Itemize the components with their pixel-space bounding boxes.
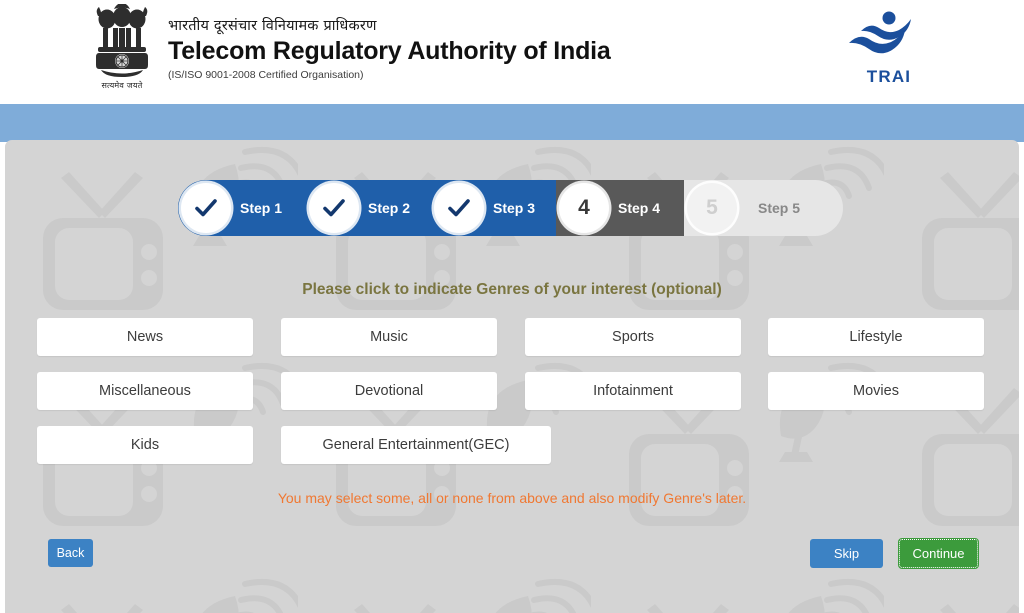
stepper-step-4[interactable]: 4 Step 4 [556,180,684,236]
step-4-marker: 4 [559,183,609,233]
genre-button-kids[interactable]: Kids [37,426,253,464]
genre-button-sports[interactable]: Sports [525,318,741,356]
stepper-step-1-label: Step 1 [240,200,283,216]
stepper-step-1[interactable]: Step 1 [178,180,306,236]
genre-row-1: News Music Sports Lifestyle [37,318,987,372]
ashoka-lion-capital-emblem: सत्यमेव जयते [88,4,156,98]
stepper-step-3[interactable]: Step 3 [431,180,556,236]
instruction-primary: Please click to indicate Genres of your … [302,281,647,298]
title-certification: (IS/ISO 9001-2008 Certified Organisation… [168,69,364,82]
stepper-step-5-label: Step 5 [758,200,801,216]
header-accent-band [0,104,1024,142]
stepper-step-5[interactable]: 5 Step 5 [684,180,843,236]
genre-button-infotainment[interactable]: Infotainment [525,372,741,410]
genre-button-devotional[interactable]: Devotional [281,372,497,410]
genre-grid: News Music Sports Lifestyle Miscellaneou… [37,318,987,480]
trai-logo: TRAI [843,10,935,92]
emblem-motto: सत्यमेव जयते [101,81,143,90]
stepper-step-4-label: Step 4 [618,200,661,216]
check-icon [195,199,217,217]
step-1-marker [181,183,231,233]
genre-row-2: Miscellaneous Devotional Infotainment Mo… [37,372,987,426]
genre-button-music[interactable]: Music [281,318,497,356]
genre-button-movies[interactable]: Movies [768,372,984,410]
step-2-marker [309,183,359,233]
title-hindi: भारतीय दूरसंचार विनियामक प्राधिकरण [168,18,377,34]
check-icon [323,199,345,217]
instruction-text: Please click to indicate Genres of your … [0,281,1024,299]
organisation-title-block: भारतीय दूरसंचार विनियामक प्राधिकरण Telec… [168,18,611,81]
step-5-number: 5 [706,196,718,219]
genre-note-text: You may select some, all or none from ab… [277,490,747,506]
back-button[interactable]: Back [48,539,93,567]
genre-button-news[interactable]: News [37,318,253,356]
stepper-step-2-label: Step 2 [368,200,411,216]
stepper-step-3-label: Step 3 [493,200,536,216]
continue-button[interactable]: Continue [898,538,979,569]
genre-button-miscellaneous[interactable]: Miscellaneous [37,372,253,410]
instruction-optional: (optional) [651,281,722,298]
genre-row-3: Kids General Entertainment(GEC) [37,426,987,480]
progress-stepper: Step 1 Step 2 Step 3 4 Step 4 5 Step 5 [178,180,843,236]
trai-logo-text: TRAI [866,67,912,86]
check-icon [448,199,470,217]
title-main: Telecom Regulatory Authority of India [168,37,611,66]
genre-button-lifestyle[interactable]: Lifestyle [768,318,984,356]
step-5-marker: 5 [687,183,737,233]
step-4-number: 4 [578,196,590,219]
step-3-marker [434,183,484,233]
stepper-step-2[interactable]: Step 2 [306,180,431,236]
genre-button-general-entertainment[interactable]: General Entertainment(GEC) [281,426,551,464]
skip-button[interactable]: Skip [810,539,883,568]
site-header: सत्यमेव जयते भारतीय दूरसंचार विनियामक प्… [0,0,1024,104]
